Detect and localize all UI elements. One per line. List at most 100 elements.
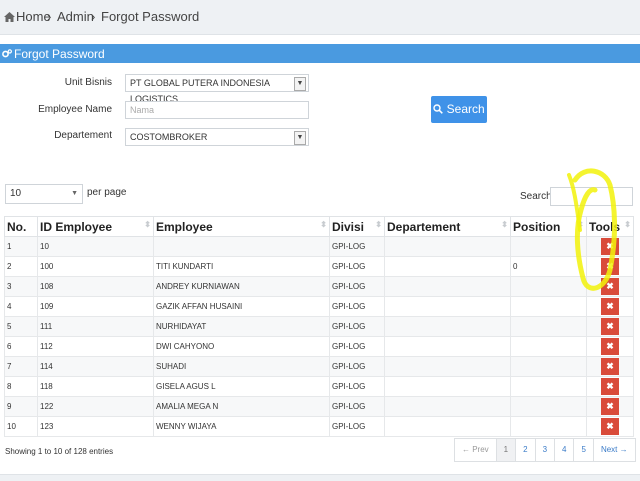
cell-departement	[384, 256, 511, 277]
cell-tools: ✖	[586, 316, 634, 337]
cell-no: 10	[4, 416, 38, 437]
cell-position	[510, 376, 587, 397]
cell-employee: NURHIDAYAT	[153, 316, 330, 337]
sort-icon: ⬍	[375, 219, 382, 229]
delete-icon[interactable]: ✖	[601, 338, 619, 355]
cell-employee: TITI KUNDARTI	[153, 256, 330, 277]
sort-icon: ⬍	[320, 219, 327, 229]
table-row: 4 109 GAZIK AFFAN HUSAINI GPI-LOG ✖	[4, 296, 634, 317]
pagination-page[interactable]: 4	[555, 439, 575, 461]
sort-icon: ⬍	[144, 219, 151, 229]
pagination-page[interactable]: 3	[536, 439, 556, 461]
table-row: 1 10 GPI-LOG ✖	[4, 236, 634, 257]
cell-position	[510, 356, 587, 377]
employee-name-label: Employee Name	[38, 104, 112, 115]
highlight-annotation	[567, 168, 617, 291]
employee-name-input[interactable]: Nama	[125, 101, 309, 119]
pagination-page[interactable]: 1	[496, 439, 517, 461]
cell-id-employee: 10	[37, 236, 154, 257]
cell-no: 8	[4, 376, 38, 397]
cell-employee: GISELA AGUS L	[153, 376, 330, 397]
cell-employee: AMALIA MEGA N	[153, 396, 330, 417]
column-header-id-employee[interactable]: ID Employee ⬍	[37, 216, 154, 237]
unit-bisnis-select[interactable]: PT GLOBAL PUTERA INDONESIA LOGISTICS ▼	[125, 74, 309, 104]
home-icon[interactable]	[4, 12, 15, 22]
column-header-departement[interactable]: Departement ⬍	[384, 216, 511, 237]
departement-label: Departement	[54, 130, 112, 141]
chevron-down-icon: ▼	[294, 77, 306, 91]
delete-icon[interactable]: ✖	[601, 378, 619, 395]
cell-no: 3	[4, 276, 38, 297]
cell-id-employee: 109	[37, 296, 154, 317]
panel-header: Forgot Password	[0, 44, 640, 63]
cell-employee: ANDREY KURNIAWAN	[153, 276, 330, 297]
cell-tools: ✖	[586, 376, 634, 397]
sort-icon: ⬍	[501, 219, 508, 229]
delete-icon[interactable]: ✖	[601, 398, 619, 415]
cell-departement	[384, 296, 511, 317]
pagination-next[interactable]: Next →	[594, 439, 635, 461]
unit-bisnis-label: Unit Bisnis	[64, 77, 112, 88]
cell-tools: ✖	[586, 396, 634, 417]
table-info: Showing 1 to 10 of 128 entries	[5, 447, 114, 456]
cell-employee: GAZIK AFFAN HUSAINI	[153, 296, 330, 317]
cell-divisi: GPI-LOG	[329, 376, 385, 397]
cell-departement	[384, 236, 511, 257]
table-row: 6 112 DWI CAHYONO GPI-LOG ✖	[4, 336, 634, 357]
cell-no: 5	[4, 316, 38, 337]
column-header-divisi[interactable]: Divisi ⬍	[329, 216, 385, 237]
page-size-value: 10	[10, 188, 22, 199]
cell-no: 7	[4, 356, 38, 377]
cell-departement	[384, 416, 511, 437]
cell-id-employee: 114	[37, 356, 154, 377]
table-row: 5 111 NURHIDAYAT GPI-LOG ✖	[4, 316, 634, 337]
cell-employee: WENNY WIJAYA	[153, 416, 330, 437]
pagination-page[interactable]: 5	[574, 439, 594, 461]
cell-departement	[384, 356, 511, 377]
cell-no: 2	[4, 256, 38, 277]
employee-table: No. ID Employee ⬍ Employee ⬍ Divisi ⬍ Depar…	[4, 216, 634, 437]
table-row: 9 122 AMALIA MEGA N GPI-LOG ✖	[4, 396, 634, 417]
table-row: 3 108 ANDREY KURNIAWAN GPI-LOG ✖	[4, 276, 634, 297]
delete-icon[interactable]: ✖	[601, 318, 619, 335]
employee-name-placeholder: Nama	[130, 105, 155, 115]
cell-position	[510, 316, 587, 337]
pagination-page[interactable]: 2	[516, 439, 536, 461]
caret-down-icon: ▼	[71, 190, 78, 197]
table-row: 10 123 WENNY WIJAYA GPI-LOG ✖	[4, 416, 634, 437]
table-row: 8 118 GISELA AGUS L GPI-LOG ✖	[4, 376, 634, 397]
cell-position	[510, 416, 587, 437]
delete-icon[interactable]: ✖	[601, 358, 619, 375]
delete-icon[interactable]: ✖	[601, 418, 619, 435]
breadcrumb-admin[interactable]: Admin	[57, 9, 94, 24]
cell-employee	[153, 236, 330, 257]
page-size-select[interactable]: 10 ▼	[5, 184, 83, 204]
cell-departement	[384, 316, 511, 337]
cell-divisi: GPI-LOG	[329, 296, 385, 317]
cell-no: 6	[4, 336, 38, 357]
cell-divisi: GPI-LOG	[329, 256, 385, 277]
panel-title: Forgot Password	[14, 47, 105, 61]
gears-icon	[2, 49, 12, 58]
cell-tools: ✖	[586, 356, 634, 377]
cell-divisi: GPI-LOG	[329, 236, 385, 257]
breadcrumb-home[interactable]: Home	[16, 9, 51, 24]
chevron-down-icon: ▼	[294, 131, 306, 145]
departement-select[interactable]: COSTOMBROKER ▼	[125, 128, 309, 146]
cell-id-employee: 112	[37, 336, 154, 357]
pagination: ← Prev 1 2 3 4 5 Next →	[454, 438, 636, 462]
cell-position	[510, 396, 587, 417]
column-header-no[interactable]: No.	[4, 216, 38, 237]
cell-tools: ✖	[586, 416, 634, 437]
cell-departement	[384, 276, 511, 297]
column-header-employee[interactable]: Employee ⬍	[153, 216, 330, 237]
search-button-label: Search	[446, 102, 485, 116]
breadcrumb-separator: ›	[91, 9, 96, 24]
search-button[interactable]: Search	[431, 96, 487, 123]
departement-value: COSTOMBROKER	[130, 132, 208, 142]
delete-icon[interactable]: ✖	[601, 298, 619, 315]
pagination-prev[interactable]: ← Prev	[455, 439, 497, 461]
cell-id-employee: 100	[37, 256, 154, 277]
cell-divisi: GPI-LOG	[329, 356, 385, 377]
cell-id-employee: 108	[37, 276, 154, 297]
